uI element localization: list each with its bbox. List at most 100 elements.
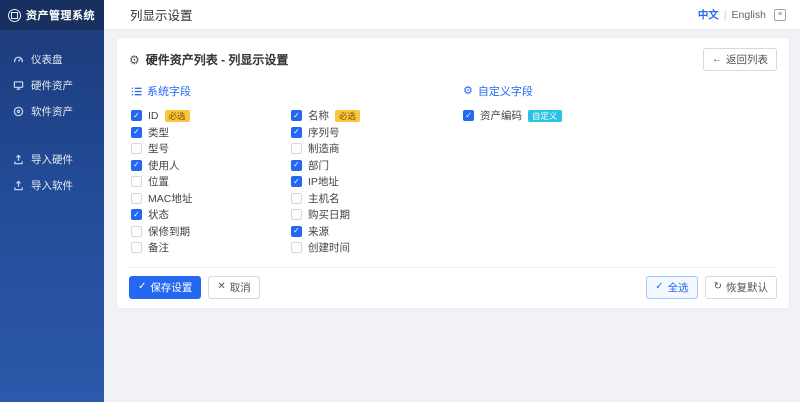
app-window: 资产管理系统 仪表盘 硬件资产 软件资产 导入硬件 导入软件 列显示设置 中文 | En… <box>0 0 800 402</box>
import-software-icon <box>12 179 24 191</box>
field-label: 序列号 <box>308 126 340 139</box>
sidebar-item-label: 仪表盘 <box>31 53 63 66</box>
custom-fields-header: ⚙ 自定义字段 <box>463 83 775 99</box>
required-badge: 必选 <box>335 109 361 122</box>
field-row[interactable]: 备注 <box>131 240 291 256</box>
field-label: 型号 <box>148 143 169 156</box>
import-hardware-icon <box>12 153 24 165</box>
software-asset-icon <box>12 105 24 117</box>
card-footer: ✓ 保存设置 ✕ 取消 ✓ 全选 ↻ 恢复默认 <box>129 266 777 308</box>
field-checkbox[interactable] <box>131 192 142 204</box>
sidebar-item-2[interactable]: 硬件资产 <box>0 72 104 98</box>
cancel-button[interactable]: ✕ 取消 <box>208 275 260 299</box>
field-row[interactable]: 部门 <box>291 158 451 174</box>
lang-separator: | <box>723 8 727 21</box>
field-row[interactable]: 使用人 <box>131 158 291 174</box>
system-fields-title: 系统字段 <box>147 86 191 98</box>
field-row[interactable]: 制造商 <box>291 141 451 157</box>
dashboard-icon <box>12 53 24 65</box>
list-icon <box>131 86 142 97</box>
sidebar-item-4[interactable]: 导入硬件 <box>0 146 104 172</box>
sidebar-menu: 仪表盘硬件资产 软件资产导入硬件 导入软件 <box>0 30 104 198</box>
field-row[interactable]: MAC地址 <box>131 191 291 207</box>
gear-icon: ⚙ <box>129 52 140 67</box>
system-fields-column-1: ID 必选类型型号使用人位置 MAC地址状态保修到期备注 <box>131 108 291 257</box>
field-checkbox[interactable] <box>291 176 302 188</box>
check-icon: ✓ <box>655 281 664 292</box>
system-fields-column-2: 名称必选序列号制造商部门 IP地址主机名购买日期来源创建时间 <box>291 108 451 257</box>
page-title: 列显示设置 <box>130 9 193 23</box>
field-checkbox[interactable] <box>291 126 302 138</box>
field-row[interactable]: IP地址 <box>291 174 451 190</box>
custom-fields-title: 自定义字段 <box>477 86 533 98</box>
field-row[interactable]: 来源 <box>291 224 451 240</box>
custom-badge: 自定义 <box>528 109 562 122</box>
field-row[interactable]: 购买日期 <box>291 207 451 223</box>
field-checkbox[interactable] <box>291 192 302 204</box>
field-row[interactable]: 类型 <box>131 125 291 141</box>
field-row[interactable]: 创建时间 <box>291 240 451 256</box>
field-row[interactable]: 型号 <box>131 141 291 157</box>
field-checkbox[interactable] <box>291 159 302 171</box>
save-settings-button[interactable]: ✓ 保存设置 <box>129 275 202 299</box>
field-checkbox[interactable] <box>131 176 142 188</box>
field-row[interactable]: 资产编码自定义 <box>463 108 623 124</box>
check-icon: ✓ <box>138 281 147 292</box>
field-label: 使用人 <box>148 159 180 172</box>
card-header: ⚙ 硬件资产列表 - 列显示设置 ← 返回列表 <box>129 46 777 81</box>
field-label: 制造商 <box>308 143 340 156</box>
field-row[interactable]: 序列号 <box>291 125 451 141</box>
custom-fields-group: ⚙ 自定义字段 资产编码自定义 <box>463 83 775 257</box>
field-row[interactable]: 主机名 <box>291 191 451 207</box>
sidebar-item-3[interactable]: 软件资产 <box>0 98 104 124</box>
field-label: 名称 <box>308 110 329 123</box>
field-checkbox[interactable] <box>291 225 302 237</box>
system-fields-group: 系统字段 ID必选类型型号使用人位置MAC地址状态保修到期备注 名称必选序列号制… <box>131 83 463 257</box>
field-checkbox[interactable] <box>131 110 142 122</box>
lang-zh-link[interactable]: 中文 <box>698 7 719 22</box>
field-row[interactable]: 状态 <box>131 207 291 223</box>
field-row[interactable]: ID 必选 <box>131 108 291 124</box>
sidebar-item-5[interactable]: 导入软件 <box>0 172 104 198</box>
select-all-button[interactable]: ✓ 全选 <box>646 275 698 299</box>
field-label: 购买日期 <box>308 209 350 222</box>
asset-logo-icon <box>8 8 21 22</box>
field-label: IP地址 <box>308 176 339 189</box>
hardware-asset-icon <box>12 79 24 91</box>
field-checkbox[interactable] <box>291 209 302 221</box>
field-checkbox[interactable] <box>291 110 302 122</box>
back-to-list-button[interactable]: ← 返回列表 <box>703 48 777 71</box>
language-switcher: 中文 | English ≡ <box>698 7 786 22</box>
required-badge: 必选 <box>164 109 190 122</box>
gear-icon: ⚙ <box>463 84 473 97</box>
field-label: 状态 <box>148 209 169 222</box>
field-label: 位置 <box>148 176 169 189</box>
field-checkbox[interactable] <box>291 143 302 155</box>
language-icon[interactable]: ≡ <box>774 8 786 21</box>
close-icon: ✕ <box>217 281 226 292</box>
field-checkbox[interactable] <box>463 110 474 122</box>
card-title: 硬件资产列表 - 列显示设置 <box>145 53 289 67</box>
sidebar-item-1[interactable]: 仪表盘 <box>0 46 104 72</box>
field-label: 类型 <box>148 126 169 139</box>
field-row[interactable]: 名称必选 <box>291 108 451 124</box>
arrow-left-icon: ← <box>712 53 722 65</box>
settings-card: ⚙ 硬件资产列表 - 列显示设置 ← 返回列表 系统字段 ✓ ID 必选 ✓ 类… <box>116 37 790 309</box>
lang-en-link[interactable]: English <box>732 9 766 21</box>
field-checkbox[interactable] <box>131 225 142 237</box>
field-label: 主机名 <box>308 192 340 205</box>
field-checkbox[interactable] <box>131 126 142 138</box>
field-label: 来源 <box>308 225 329 238</box>
custom-fields-column: 资产编码自定义 <box>463 108 623 125</box>
field-checkbox[interactable] <box>291 242 302 254</box>
content-area: ⚙ 硬件资产列表 - 列显示设置 ← 返回列表 系统字段 ✓ ID 必选 ✓ 类… <box>104 30 800 402</box>
field-checkbox[interactable] <box>131 209 142 221</box>
restore-default-button[interactable]: ↻ 恢复默认 <box>704 275 777 299</box>
field-checkbox[interactable] <box>131 143 142 155</box>
refresh-icon: ↻ <box>713 281 722 292</box>
field-row[interactable]: 位置 <box>131 174 291 190</box>
field-checkbox[interactable] <box>131 242 142 254</box>
field-checkbox[interactable] <box>131 159 142 171</box>
field-row[interactable]: 保修到期 <box>131 224 291 240</box>
field-label: 创建时间 <box>308 242 350 255</box>
